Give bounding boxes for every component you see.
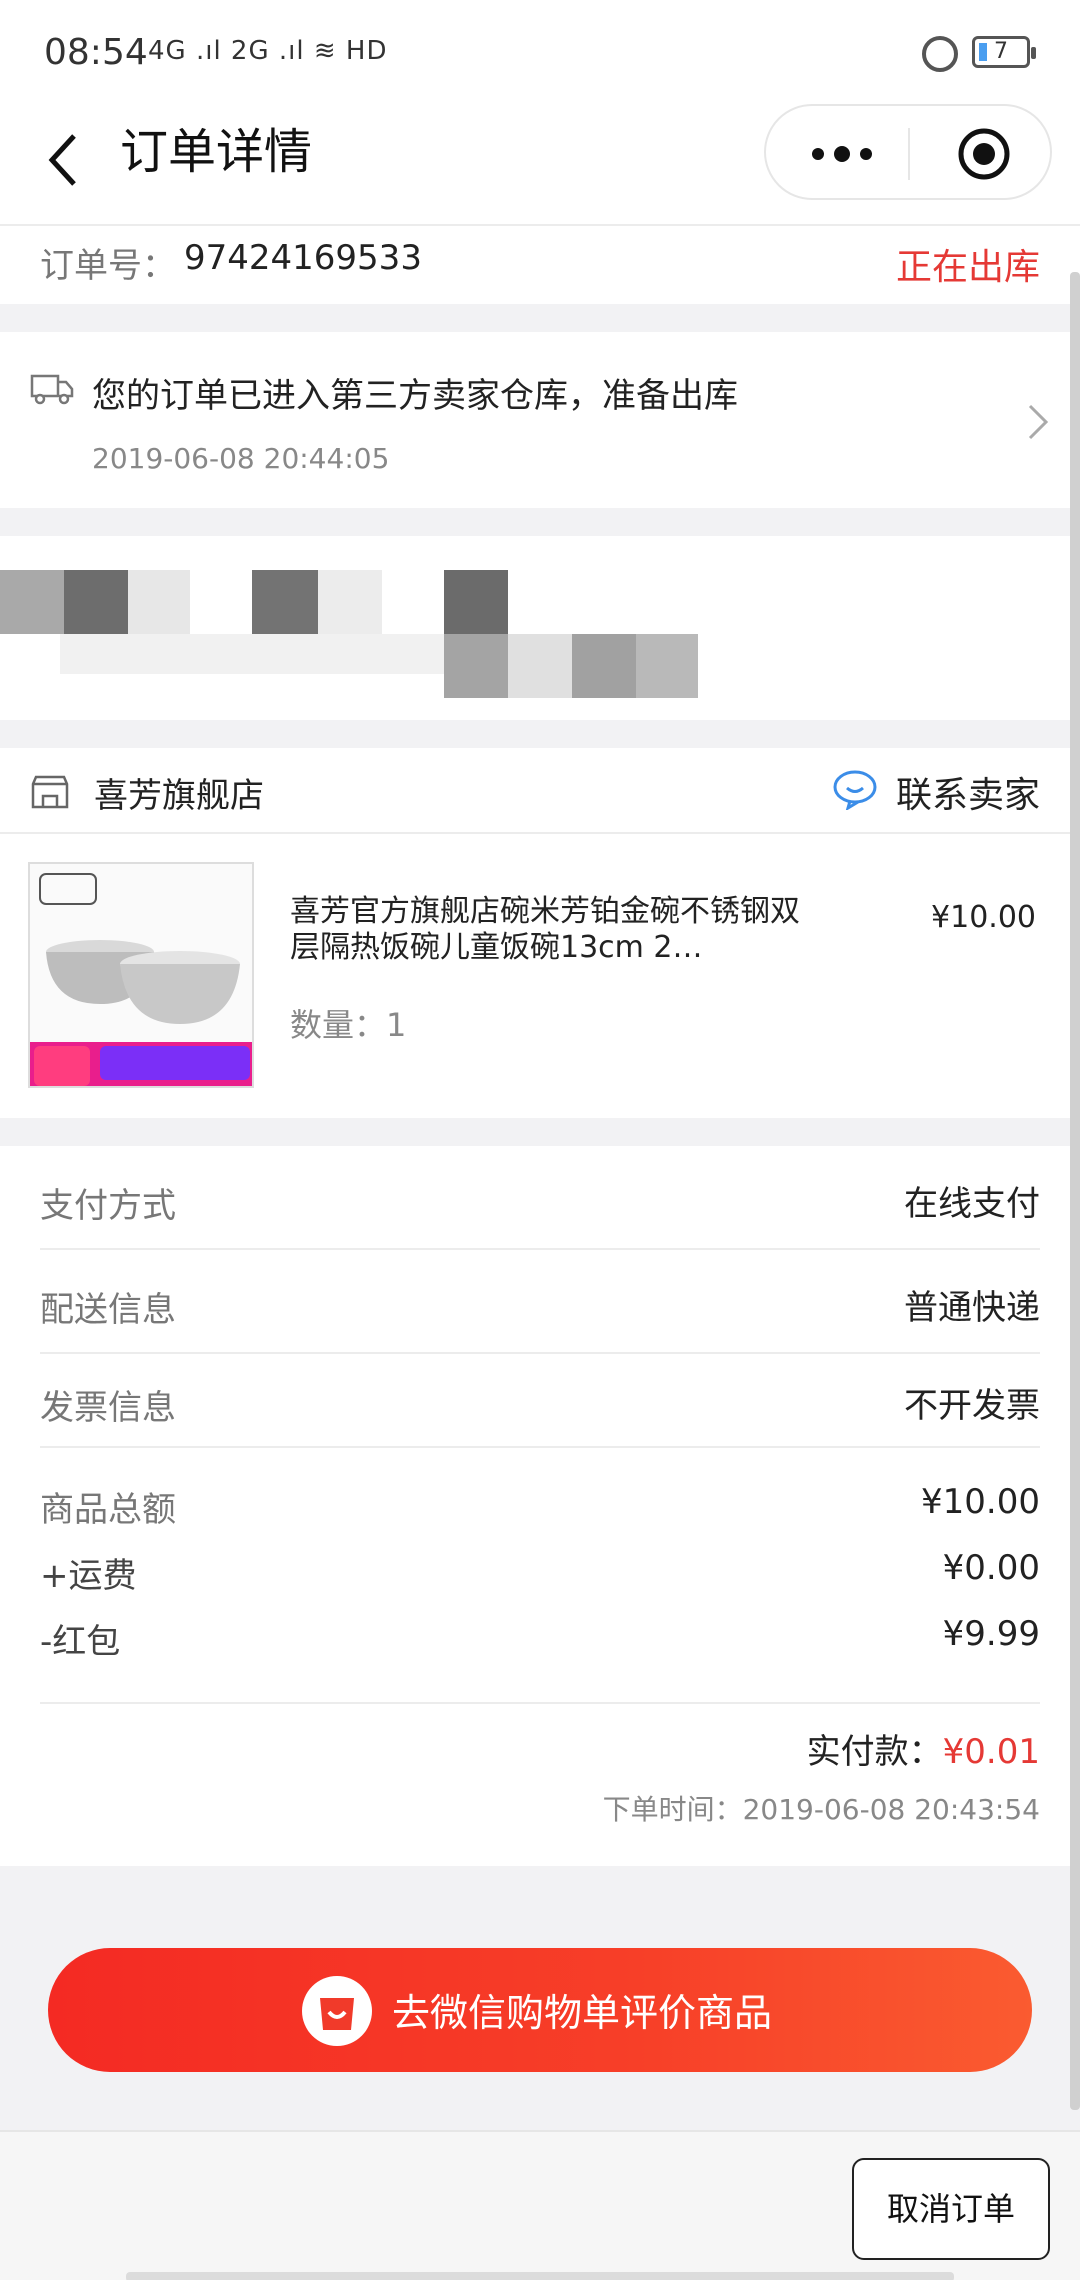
invoice-info-value: 不开发票 bbox=[904, 1386, 1040, 1426]
review-product-button[interactable]: 去微信购物单评价商品 bbox=[48, 1948, 1032, 2072]
order-time-line: 下单时间：2019-06-08 20:43:54 bbox=[603, 1788, 1040, 1828]
shipping-fee-label: +运费 bbox=[40, 1556, 137, 1596]
payment-method-row: 支付方式 在线支付 bbox=[40, 1146, 1040, 1250]
logistics-card[interactable]: 您的订单已进入第三方卖家仓库，准备出库 2019-06-08 20:44:05 bbox=[0, 332, 1080, 508]
paid-amount: ¥0.01 bbox=[942, 1732, 1040, 1772]
page-title: 订单详情 bbox=[120, 124, 313, 180]
battery-icon: 7 bbox=[972, 36, 1036, 68]
close-miniprogram-icon[interactable] bbox=[956, 126, 1012, 182]
product-price: ¥10.00 bbox=[931, 900, 1036, 935]
product-item[interactable]: 喜芳官方旗舰店碗米芳铂金碗不锈钢双层隔热饭碗儿童饭碗13cm 2… ¥10.00… bbox=[0, 834, 1080, 1118]
goods-total-label: 商品总额 bbox=[40, 1490, 176, 1530]
logistics-message: 您的订单已进入第三方卖家仓库，准备出库 bbox=[92, 376, 738, 416]
signal-icons: 4G .ıl 2G .ıl ≋ HD bbox=[148, 36, 388, 66]
goods-total-row: 商品总额 ¥10.00 bbox=[40, 1482, 1040, 1542]
chat-icon[interactable] bbox=[832, 768, 878, 810]
store-icon bbox=[31, 775, 69, 809]
more-icon[interactable] bbox=[802, 128, 882, 180]
miniprogram-capsule bbox=[764, 104, 1052, 200]
status-time: 08:54 bbox=[44, 32, 148, 73]
paid-amount-line: 实付款：¥0.01 bbox=[807, 1724, 1040, 1773]
payment-method-value: 在线支付 bbox=[904, 1184, 1040, 1224]
order-number-row: 订单号： 97424169533 正在出库 bbox=[0, 224, 1080, 304]
red-packet-value: ¥9.99 bbox=[942, 1614, 1040, 1654]
invoice-info-row: 发票信息 不开发票 bbox=[40, 1354, 1040, 1448]
order-time: 2019-06-08 20:43:54 bbox=[742, 1793, 1040, 1826]
shop-name[interactable]: 喜芳旗舰店 bbox=[94, 768, 264, 817]
bowls-image bbox=[30, 864, 252, 1086]
chevron-right-icon bbox=[1028, 404, 1049, 440]
invoice-info-label: 发票信息 bbox=[40, 1388, 176, 1428]
product-image[interactable] bbox=[28, 862, 254, 1088]
paid-label: 实付款： bbox=[806, 1732, 943, 1772]
nav-bar: 订单详情 bbox=[0, 100, 1080, 224]
shipping-fee-value: ¥0.00 bbox=[942, 1548, 1040, 1588]
home-indicator bbox=[126, 2272, 954, 2280]
scrollbar[interactable] bbox=[1070, 272, 1080, 2110]
capsule-divider bbox=[908, 128, 910, 180]
rotation-lock-icon bbox=[922, 36, 958, 72]
payment-method-label: 支付方式 bbox=[40, 1186, 176, 1226]
product-quantity: 数量：1 bbox=[290, 1006, 407, 1044]
logistics-time: 2019-06-08 20:44:05 bbox=[92, 442, 390, 475]
product-title[interactable]: 喜芳官方旗舰店碗米芳铂金碗不锈钢双层隔热饭碗儿童饭碗13cm 2… bbox=[290, 894, 810, 966]
shop-header: 喜芳旗舰店 联系卖家 bbox=[0, 748, 1080, 834]
shipping-fee-row: +运费 ¥0.00 bbox=[40, 1548, 1040, 1608]
review-product-label: 去微信购物单评价商品 bbox=[392, 1991, 773, 2035]
delivery-info-value: 普通快递 bbox=[904, 1288, 1040, 1328]
red-packet-label: -红包 bbox=[40, 1622, 121, 1662]
delivery-info-row: 配送信息 普通快递 bbox=[40, 1250, 1040, 1354]
contact-seller-button[interactable]: 联系卖家 bbox=[896, 766, 1040, 818]
truck-icon bbox=[30, 374, 74, 405]
shopping-bag-icon bbox=[302, 1976, 372, 2046]
order-status: 正在出库 bbox=[895, 247, 1040, 288]
red-packet-row: -红包 ¥9.99 bbox=[40, 1614, 1040, 1704]
order-time-label: 下单时间： bbox=[602, 1793, 743, 1826]
delivery-info-label: 配送信息 bbox=[40, 1290, 176, 1330]
goods-total-value: ¥10.00 bbox=[921, 1482, 1040, 1522]
payment-info-section: 支付方式 在线支付 配送信息 普通快递 发票信息 不开发票 商品总额 ¥10.0… bbox=[0, 1146, 1080, 1866]
status-bar: 08:54 4G .ıl 2G .ıl ≋ HD 7 bbox=[0, 0, 1080, 100]
address-card-redacted bbox=[0, 536, 1080, 720]
order-number: 97424169533 bbox=[184, 238, 422, 278]
order-number-label: 订单号： bbox=[40, 246, 176, 286]
bottom-action-bar: 取消订单 bbox=[0, 2130, 1080, 2280]
cancel-order-button[interactable]: 取消订单 bbox=[852, 2158, 1050, 2260]
back-arrow-icon[interactable] bbox=[40, 130, 100, 190]
